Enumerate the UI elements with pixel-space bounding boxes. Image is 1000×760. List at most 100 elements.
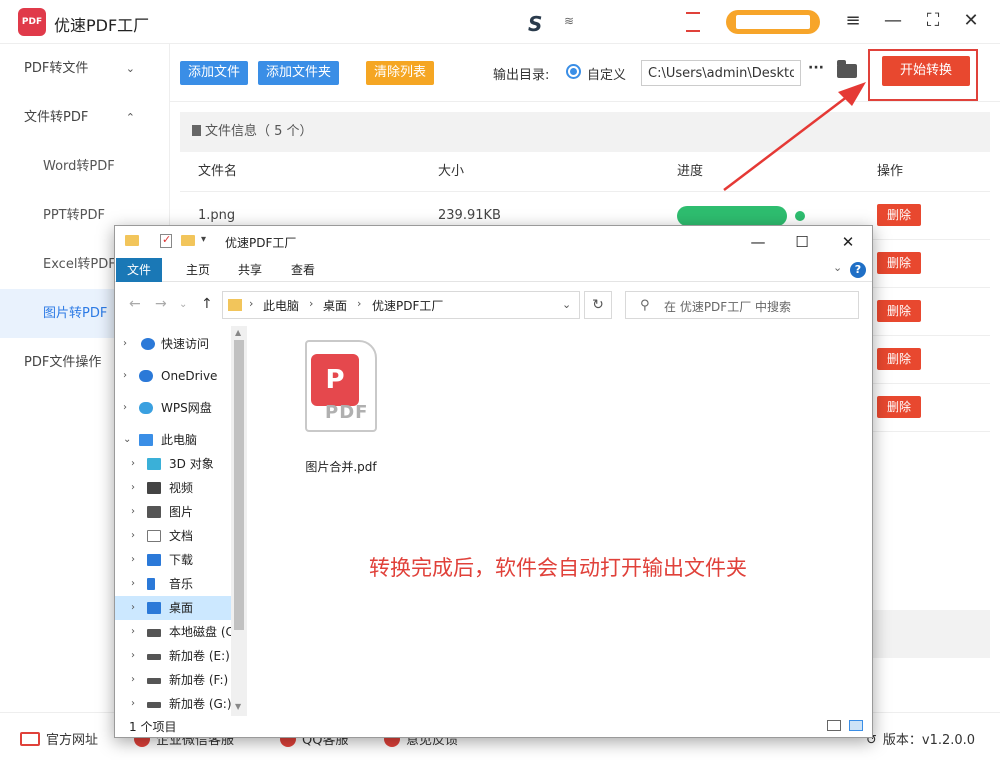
tab-file[interactable]: 文件	[116, 258, 163, 282]
menu-icon[interactable]: ≡	[842, 10, 864, 32]
nav-videos[interactable]: › 视频	[115, 476, 231, 500]
forward-icon[interactable]: →	[155, 296, 167, 312]
scrollbar-thumb[interactable]	[234, 340, 244, 630]
maximize-icon[interactable]: ☐	[787, 230, 817, 254]
nav-label: 下载	[169, 553, 194, 567]
minimize-icon[interactable]: —	[882, 10, 904, 32]
nav-scrollbar[interactable]: ▲ ▼	[231, 326, 247, 716]
nav-music[interactable]: › 音乐	[115, 572, 231, 596]
minimize-icon[interactable]: —	[743, 230, 773, 254]
nav-downloads[interactable]: › 下载	[115, 548, 231, 572]
sidebar-item-label: PDF文件操作	[24, 355, 102, 370]
sidebar-item-word-to-pdf[interactable]: Word转PDF	[0, 142, 169, 191]
official-site-link[interactable]: 官方网址	[20, 729, 98, 748]
output-path-input[interactable]	[641, 60, 801, 86]
close-icon[interactable]: ✕	[960, 10, 982, 32]
nav-drive-f[interactable]: › 新加卷 (F:)	[115, 668, 231, 692]
maximize-icon[interactable]: ⛶	[922, 10, 944, 32]
app-logo-icon: PDF	[18, 8, 46, 36]
delete-button[interactable]: 删除	[877, 396, 921, 418]
sidebar-item-pdf-to-file[interactable]: PDF转文件 ⌄	[0, 44, 169, 93]
nav-this-pc[interactable]: ⌄ 此电脑	[115, 428, 231, 452]
scroll-down-icon[interactable]: ▼	[235, 702, 241, 711]
delete-button[interactable]: 删除	[877, 348, 921, 370]
delete-button[interactable]: 删除	[877, 204, 921, 226]
chevron-right-icon[interactable]: ›	[131, 668, 135, 692]
version-label: 版本：v1.2.0.0	[882, 733, 976, 748]
details-view-icon[interactable]	[827, 720, 841, 731]
properties-icon[interactable]	[160, 233, 172, 248]
chevron-right-icon[interactable]: ›	[123, 332, 127, 356]
close-icon[interactable]: ✕	[833, 230, 863, 254]
chevron-right-icon: ›	[249, 297, 254, 310]
help-icon[interactable]: ?	[850, 262, 866, 278]
account-pill[interactable]	[726, 10, 820, 34]
breadcrumb-desktop[interactable]: 桌面	[323, 297, 347, 314]
progress-bar	[677, 206, 787, 226]
scroll-up-icon[interactable]: ▲	[235, 328, 241, 337]
breadcrumb-folder[interactable]: 优速PDF工厂	[372, 297, 443, 314]
chevron-right-icon[interactable]: ›	[123, 396, 127, 420]
large-icons-view-icon[interactable]	[849, 720, 863, 731]
chevron-up-icon: ⌃	[125, 111, 135, 124]
search-icon: ⚲	[640, 298, 650, 313]
chevron-right-icon[interactable]: ›	[131, 620, 135, 644]
sidebar-item-file-to-pdf[interactable]: 文件转PDF ⌃	[0, 93, 169, 142]
recent-icon[interactable]: ⌄	[179, 299, 187, 310]
tab-home[interactable]: 主页	[175, 258, 221, 282]
cloud-icon	[139, 402, 153, 414]
chevron-right-icon[interactable]: ›	[131, 476, 135, 500]
breadcrumb-this-pc[interactable]: 此电脑	[263, 297, 299, 314]
chevron-right-icon[interactable]: ›	[131, 692, 135, 716]
back-icon[interactable]: ←	[129, 296, 141, 312]
up-icon[interactable]: ↑	[201, 296, 213, 312]
signal-icon: ≋	[564, 14, 575, 28]
chevron-right-icon[interactable]: ›	[131, 644, 135, 668]
nav-documents[interactable]: › 文档	[115, 524, 231, 548]
custom-radio-label: 自定义	[587, 68, 627, 83]
pdf-file-item[interactable]: P PDF 图片合并.pdf	[291, 340, 391, 480]
chevron-right-icon[interactable]: ›	[131, 524, 135, 548]
chevron-down-icon[interactable]: ⌄	[123, 428, 131, 452]
search-placeholder: 在 优速PDF工厂 中搜索	[664, 300, 792, 314]
tab-view[interactable]: 查看	[280, 258, 326, 282]
chevron-right-icon[interactable]: ›	[131, 452, 135, 476]
nav-drive-g[interactable]: › 新加卷 (G:)	[115, 692, 232, 716]
add-folder-button[interactable]: 添加文件夹	[258, 61, 340, 85]
delete-button[interactable]: 删除	[877, 252, 921, 274]
nav-label: 新加卷 (F:)	[169, 673, 229, 687]
start-convert-button[interactable]: 开始转换	[882, 56, 970, 86]
nav-quick-access[interactable]: › 快速访问	[115, 332, 231, 356]
new-folder-icon[interactable]	[181, 235, 195, 246]
clear-list-button[interactable]: 清除列表	[366, 61, 435, 85]
add-file-button[interactable]: 添加文件	[180, 61, 249, 85]
nav-drive-c[interactable]: › 本地磁盘 (C:)	[115, 620, 243, 644]
nav-onedrive[interactable]: › OneDrive	[115, 364, 231, 388]
video-icon	[147, 482, 161, 494]
nav-desktop[interactable]: › 桌面	[115, 596, 231, 620]
search-box[interactable]: ⚲ 在 优速PDF工厂 中搜索	[625, 291, 859, 319]
column-header-size: 大小	[438, 164, 465, 179]
app-title: 优速PDF工厂	[54, 16, 150, 35]
chevron-right-icon[interactable]: ›	[131, 572, 135, 596]
more-icon[interactable]: ···	[808, 60, 824, 76]
chevron-right-icon[interactable]: ›	[131, 596, 135, 620]
nav-pictures[interactable]: › 图片	[115, 500, 231, 524]
chevron-right-icon[interactable]: ›	[123, 364, 127, 388]
chevron-right-icon[interactable]: ›	[131, 548, 135, 572]
chevron-down-icon[interactable]: ⌄	[562, 298, 571, 311]
address-bar[interactable]: › 此电脑 › 桌面 › 优速PDF工厂 ⌄	[222, 291, 580, 319]
refresh-icon[interactable]: ↻	[584, 291, 612, 319]
nav-3d-objects[interactable]: › 3D 对象	[115, 452, 231, 476]
delete-button[interactable]: 删除	[877, 300, 921, 322]
tab-share[interactable]: 共享	[227, 258, 273, 282]
chevron-down-icon[interactable]: ⌄	[833, 261, 842, 274]
notification-icon[interactable]	[686, 12, 700, 32]
nav-wps-drive[interactable]: › WPS网盘	[115, 396, 231, 420]
nav-drive-e[interactable]: › 新加卷 (E:)	[115, 644, 231, 668]
nav-label: 3D 对象	[169, 457, 214, 471]
custom-radio[interactable]	[566, 64, 581, 79]
chevron-right-icon[interactable]: ›	[131, 500, 135, 524]
folder-icon[interactable]	[837, 60, 857, 78]
chevron-down-icon[interactable]: ▾	[201, 234, 206, 245]
